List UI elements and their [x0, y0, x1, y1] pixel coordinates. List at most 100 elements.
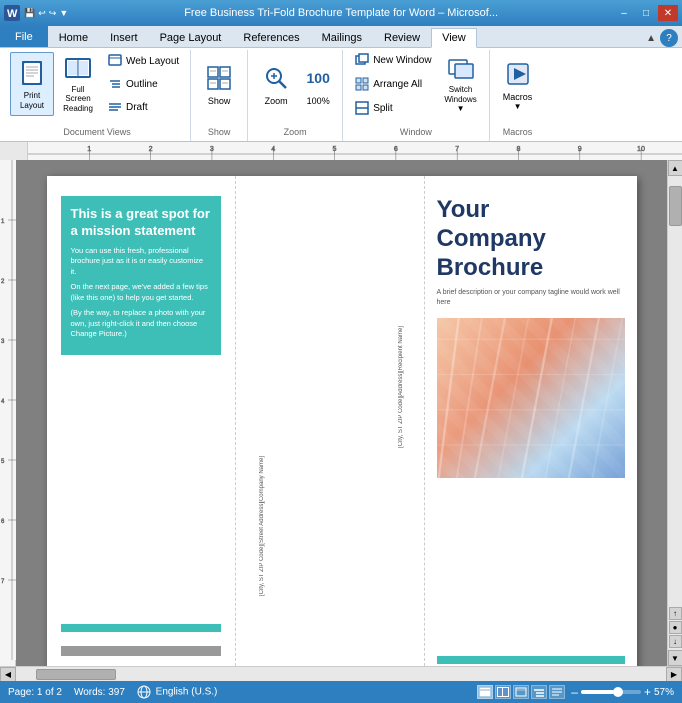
- tab-insert[interactable]: Insert: [99, 27, 149, 47]
- svg-text:6: 6: [394, 146, 398, 153]
- document-area: 1 2 3 4 5 6 7 This is a gre: [0, 160, 682, 666]
- tab-references[interactable]: References: [232, 27, 310, 47]
- scrollbar-vertical[interactable]: ▲ ↑ ● ↓ ▼: [667, 160, 682, 666]
- scroll-v-track: [668, 176, 682, 605]
- ruler-h-track: 1 2 3 4 5 6 7 8 9 10: [28, 142, 682, 160]
- document-page: This is a great spot for a mission state…: [47, 176, 637, 666]
- switch-windows-icon: [445, 55, 477, 83]
- tab-home[interactable]: Home: [48, 27, 99, 47]
- scroll-v-thumb[interactable]: [669, 186, 682, 226]
- ribbon: PrintLayout Full ScreenReading: [0, 48, 682, 142]
- ruler-horizontal: 1 2 3 4 5 6 7 8 9 10: [0, 142, 682, 160]
- ribbon-expand-icon[interactable]: ▲: [646, 33, 656, 44]
- status-bar-right: – + 57%: [477, 685, 674, 699]
- document-views-content: PrintLayout Full ScreenReading: [10, 52, 184, 125]
- macros-button[interactable]: Macros ▼: [496, 52, 540, 116]
- company-street-vert: [Street Address]: [258, 502, 267, 545]
- svg-text:3: 3: [210, 146, 214, 153]
- show-button[interactable]: Show: [197, 52, 241, 116]
- recipient-address-line: [Address]: [397, 372, 406, 397]
- zoom-button[interactable]: Zoom: [254, 52, 298, 116]
- zoom-minus-button[interactable]: –: [571, 685, 578, 699]
- title-bar-left: W 💾 ↩ ↪ ▼: [4, 5, 68, 21]
- svg-text:10: 10: [637, 146, 645, 153]
- zoom-plus-button[interactable]: +: [644, 685, 651, 699]
- draft-toggle[interactable]: [549, 685, 565, 699]
- views-small-group: Web Layout Outline Draft: [102, 52, 184, 116]
- outline-toggle[interactable]: [531, 685, 547, 699]
- window-content: New Window Arrange All Split: [349, 52, 482, 125]
- draft-icon: [107, 99, 123, 115]
- scroll-bottom-btns: ↑ ● ↓: [668, 605, 682, 650]
- ruler-corner: [0, 142, 28, 160]
- macros-group-label: Macros: [496, 125, 540, 139]
- tab-view[interactable]: View: [431, 28, 477, 48]
- full-screen-toggle[interactable]: [495, 685, 511, 699]
- split-label: Split: [373, 103, 392, 114]
- tab-page-layout[interactable]: Page Layout: [149, 27, 233, 47]
- canvas-area[interactable]: This is a great spot for a mission state…: [16, 160, 667, 666]
- tab-mailings[interactable]: Mailings: [311, 27, 373, 47]
- print-view-toggle[interactable]: [477, 685, 493, 699]
- svg-text:4: 4: [271, 146, 275, 153]
- help-icon[interactable]: ?: [660, 29, 678, 47]
- macros-arrow: ▼: [514, 102, 522, 111]
- recipient-city: [City, ST ZIP Code]: [397, 397, 406, 448]
- zoom-100-label: 100%: [307, 96, 330, 106]
- outline-icon: [107, 76, 123, 92]
- zoom-group-label: Zoom: [254, 125, 336, 139]
- maximize-button[interactable]: □: [636, 5, 656, 21]
- next-page-button[interactable]: ↓: [669, 635, 682, 648]
- switch-windows-button[interactable]: SwitchWindows ▼: [439, 52, 483, 116]
- scroll-left-button[interactable]: ◀: [0, 667, 16, 682]
- svg-text:1: 1: [87, 146, 91, 153]
- web-view-toggle[interactable]: [513, 685, 529, 699]
- print-layout-button[interactable]: PrintLayout: [10, 52, 54, 116]
- zoom-100-icon: 100: [302, 62, 334, 94]
- outline-button[interactable]: Outline: [102, 73, 184, 95]
- split-button[interactable]: Split: [349, 97, 436, 119]
- mid-panel: [Recipient Name] [Address] [City, ST ZIP…: [236, 176, 425, 666]
- tab-file[interactable]: File: [0, 25, 48, 47]
- title-bar: W 💾 ↩ ↪ ▼ Free Business Tri-Fold Brochur…: [0, 0, 682, 26]
- zoom-100-button[interactable]: 100 100%: [300, 52, 336, 116]
- scroll-right-button[interactable]: ▶: [666, 667, 682, 682]
- company-title: YourCompanyBrochure: [437, 196, 625, 282]
- minimize-button[interactable]: –: [614, 5, 634, 21]
- scroll-h-thumb[interactable]: [36, 669, 116, 680]
- close-button[interactable]: ✕: [658, 5, 678, 21]
- status-bar: Page: 1 of 2 Words: 397 English (U.S.) –: [0, 681, 682, 703]
- mission-para2: On the next page, we've added a few tips…: [71, 282, 211, 303]
- word-icon: W: [4, 5, 20, 21]
- company-name-vert: [Company Name]: [258, 456, 267, 503]
- full-screen-reading-button[interactable]: Full ScreenReading: [56, 52, 100, 116]
- new-window-icon: [354, 52, 370, 68]
- new-window-label: New Window: [373, 55, 431, 66]
- window-small-btns: New Window Arrange All Split: [349, 52, 436, 116]
- zoom-slider-thumb[interactable]: [613, 687, 623, 697]
- new-window-button[interactable]: New Window: [349, 49, 436, 71]
- draft-button[interactable]: Draft: [102, 96, 184, 118]
- scroll-down-button[interactable]: ▼: [668, 650, 682, 666]
- tab-review[interactable]: Review: [373, 27, 431, 47]
- switch-windows-arrow: ▼: [457, 104, 465, 113]
- arrange-all-icon: [354, 76, 370, 92]
- select-browse-button[interactable]: ●: [669, 621, 682, 634]
- left-panel: This is a great spot for a mission state…: [47, 176, 236, 666]
- zoom-slider[interactable]: [581, 690, 641, 694]
- web-layout-button[interactable]: Web Layout: [102, 50, 184, 72]
- language-indicator: English (U.S.): [137, 685, 217, 699]
- zoom-label: Zoom: [265, 96, 288, 106]
- arrange-all-button[interactable]: Arrange All: [349, 73, 436, 95]
- scroll-up-button[interactable]: ▲: [668, 160, 682, 176]
- prev-page-button[interactable]: ↑: [669, 607, 682, 620]
- recipient-address: [Recipient Name] [Address] [City, ST ZIP…: [397, 326, 406, 448]
- company-city-vert: [City, ST ZIP Code]: [258, 545, 267, 596]
- outline-label: Outline: [126, 79, 158, 90]
- svg-text:W: W: [7, 8, 18, 20]
- word-count: Words: 397: [74, 687, 125, 698]
- ribbon-tabs: File Home Insert Page Layout References …: [0, 26, 682, 48]
- zoom-percent[interactable]: 57%: [654, 687, 674, 698]
- macros-icon: [502, 58, 534, 90]
- svg-text:9: 9: [578, 146, 582, 153]
